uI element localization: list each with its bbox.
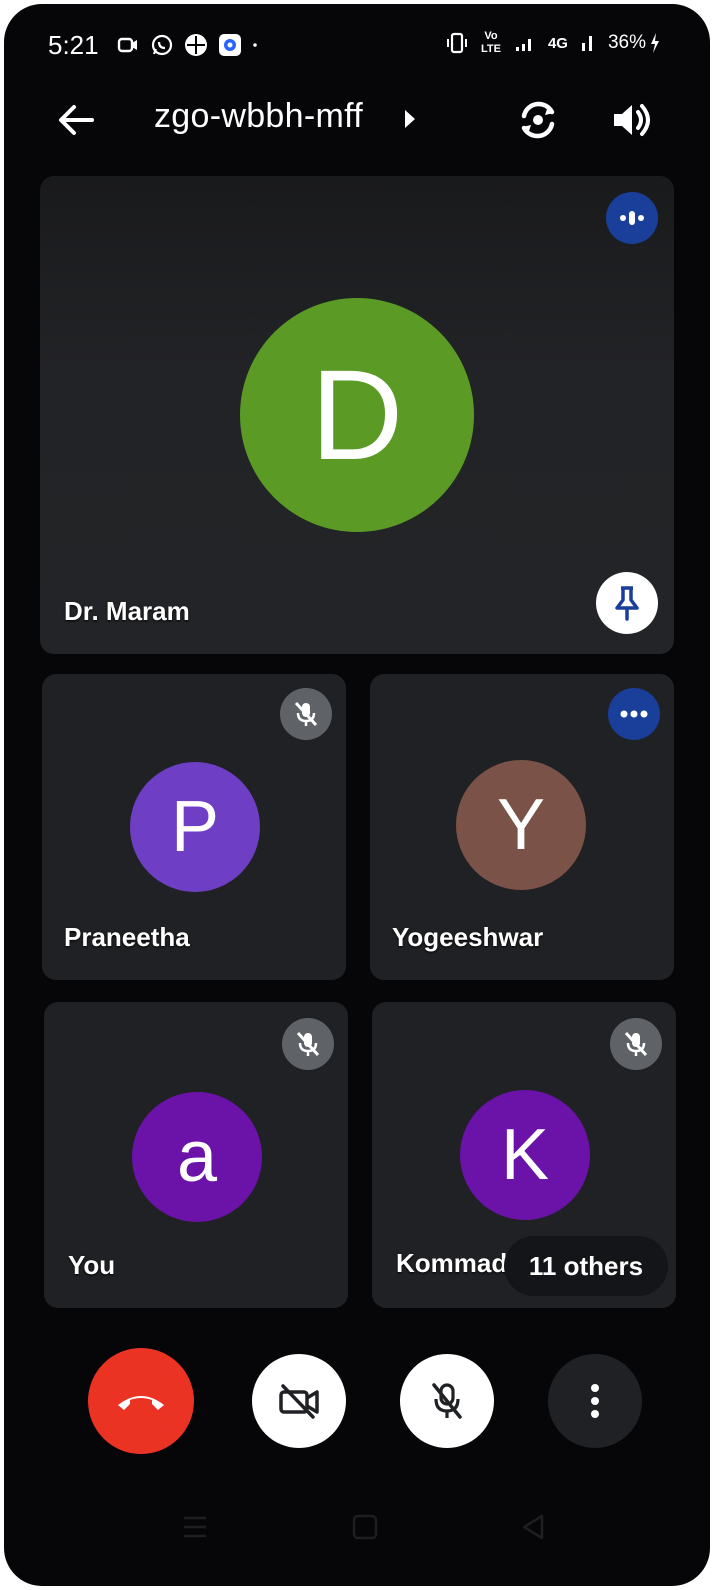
back-triangle-icon[interactable] xyxy=(518,1512,548,1542)
participant-name: Yogeeshwar xyxy=(392,922,544,952)
status-time: 5:21 xyxy=(48,30,99,60)
avatar: K xyxy=(460,1090,590,1220)
whatsapp-icon xyxy=(151,34,173,56)
mic-off-icon xyxy=(280,688,332,740)
mic-off-icon xyxy=(282,1018,334,1070)
pin-button[interactable] xyxy=(596,572,658,634)
mic-toggle-button[interactable] xyxy=(400,1354,494,1448)
status-notification-icons xyxy=(116,33,264,57)
audio-level-icon xyxy=(608,688,660,740)
signal-icon xyxy=(515,39,531,51)
camera-off-icon xyxy=(279,1384,319,1419)
participant-tile-you[interactable]: a You xyxy=(44,1002,348,1308)
vibrate-icon xyxy=(446,32,467,54)
home-square-icon[interactable] xyxy=(350,1512,380,1542)
participant-name: Kommadi xyxy=(396,1248,515,1278)
status-right-icons: Vo LTE 4G 36% xyxy=(446,30,660,56)
battery-level: 36% xyxy=(607,32,646,53)
participant-name: You xyxy=(68,1250,116,1280)
app-grid-icon xyxy=(185,34,207,56)
avatar: D xyxy=(240,298,474,532)
participant-tile-praneetha[interactable]: P Praneetha xyxy=(42,674,346,980)
recents-menu-icon[interactable] xyxy=(180,1512,210,1542)
participant-name: Dr. Maram xyxy=(64,596,190,626)
participant-name: Praneetha xyxy=(64,922,190,952)
more-options-button[interactable] xyxy=(548,1354,642,1448)
network-type: 4G xyxy=(547,34,568,52)
more-vert-icon xyxy=(591,1384,599,1418)
charging-icon xyxy=(651,33,659,53)
pin-icon xyxy=(615,586,639,621)
end-call-button[interactable] xyxy=(88,1348,194,1454)
back-arrow-icon[interactable] xyxy=(54,98,98,142)
switch-camera-icon[interactable] xyxy=(514,96,562,144)
hang-up-icon xyxy=(118,1396,164,1410)
camera-toggle-button[interactable] xyxy=(252,1354,346,1448)
more-notifications-dot-icon xyxy=(253,43,257,47)
volte-label: Vo LTE xyxy=(480,30,501,55)
participant-tile-yogeeshwar[interactable]: Y Yogeeshwar xyxy=(370,674,674,980)
meeting-code[interactable]: zgo-wbbh-mff xyxy=(154,97,363,136)
screen-record-icon xyxy=(117,37,137,53)
phone-screen: 5:21 Vo LTE 4G 36% zgo-wbbh-mff D Dr. Ma… xyxy=(4,4,710,1586)
caret-right-icon[interactable] xyxy=(402,108,418,130)
participant-tile-featured[interactable]: D Dr. Maram xyxy=(40,176,674,654)
avatar: P xyxy=(130,762,260,892)
mic-off-icon xyxy=(610,1018,662,1070)
signal-icon-2 xyxy=(581,36,592,51)
avatar: Y xyxy=(456,760,586,890)
mic-off-icon xyxy=(432,1383,462,1419)
speaking-indicator-icon xyxy=(606,192,658,244)
speaker-volume-icon[interactable] xyxy=(608,96,656,144)
meet-app-icon xyxy=(219,34,241,56)
others-count-button[interactable]: 11 others xyxy=(504,1236,668,1296)
avatar: a xyxy=(132,1092,262,1222)
